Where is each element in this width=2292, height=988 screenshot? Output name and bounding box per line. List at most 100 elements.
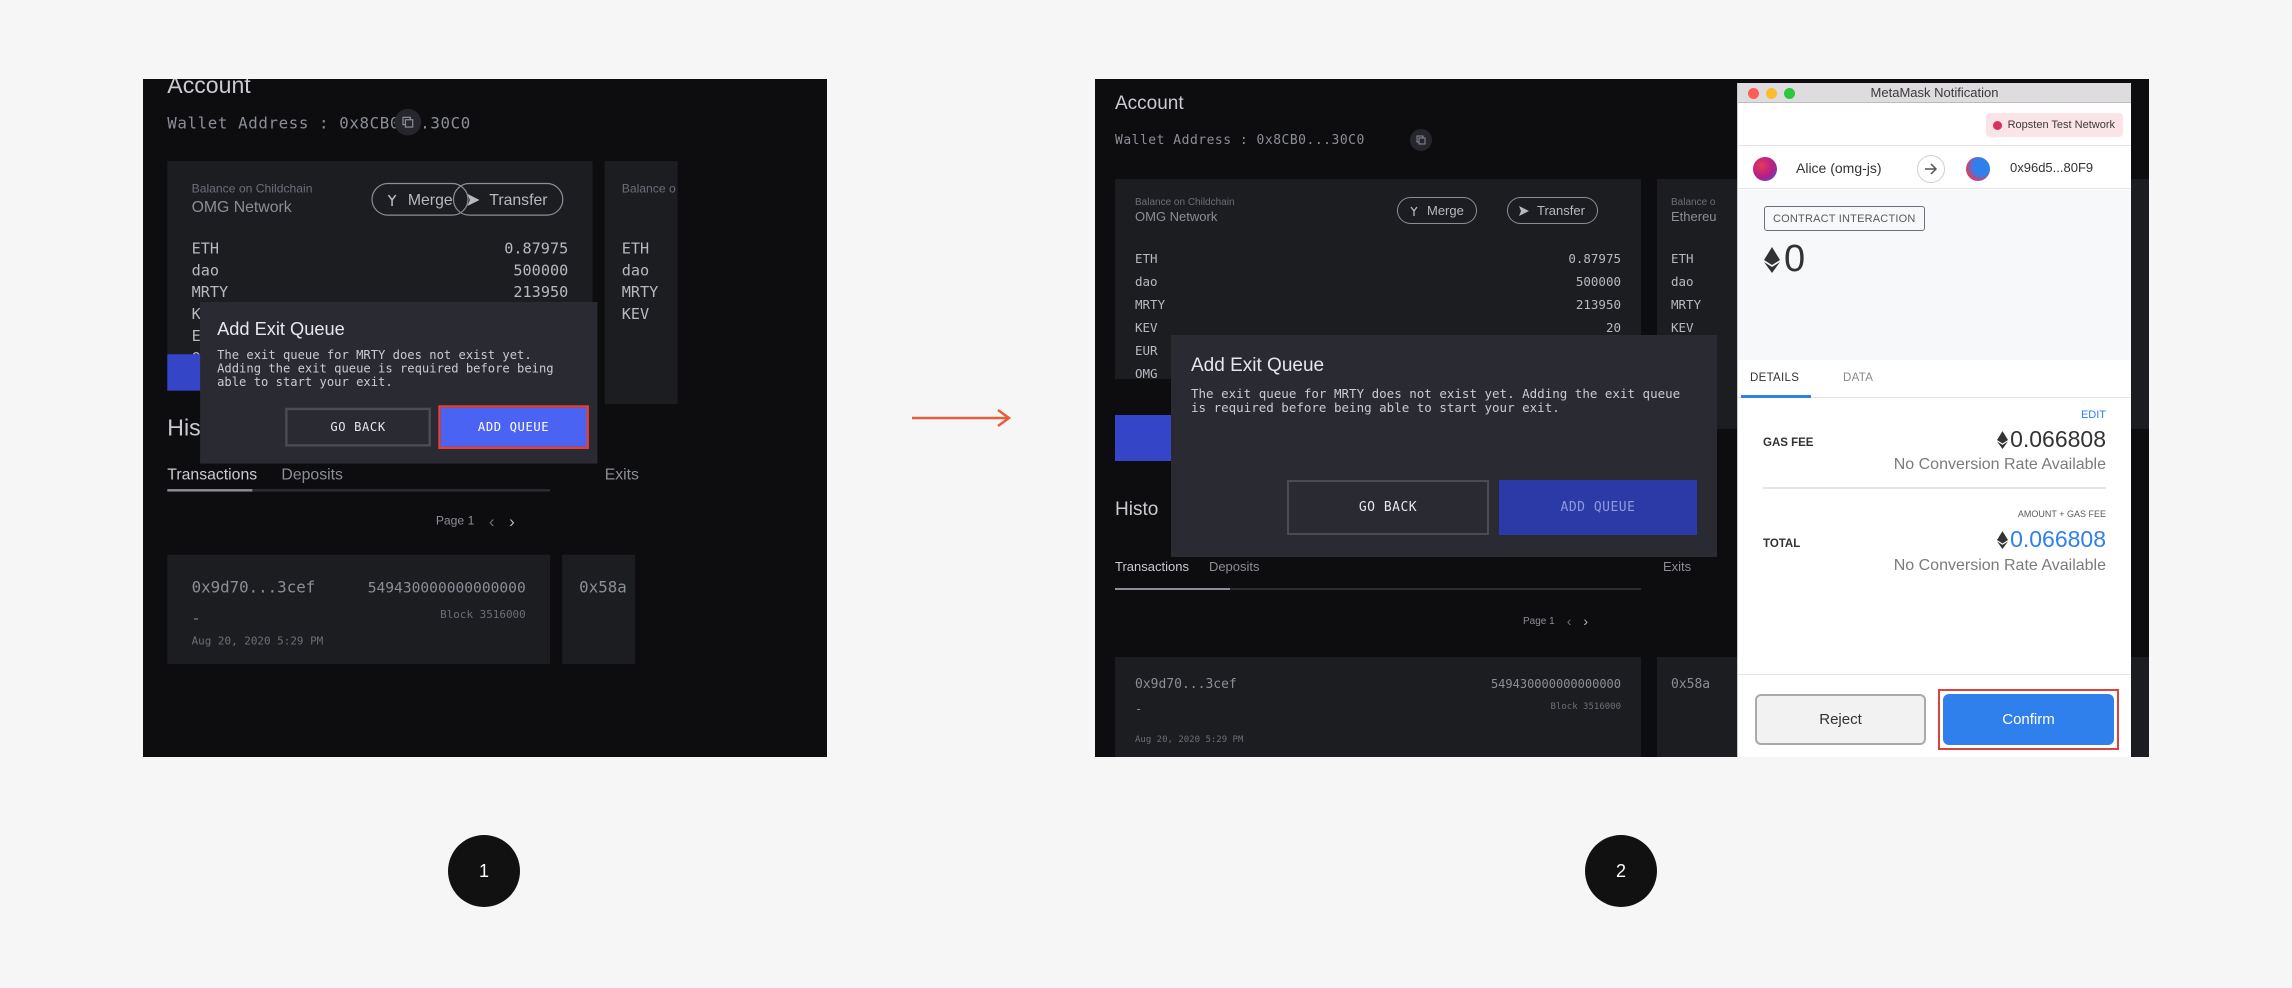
transaction-summary: CONTRACT INTERACTION 0: [1738, 190, 2131, 360]
to-account: 0x96d5...80F9: [2010, 160, 2094, 175]
tab-details[interactable]: DETAILS: [1750, 372, 1799, 384]
exits-tabs: Exits: [1663, 559, 1691, 582]
add-exit-queue-modal: Add Exit Queue The exit queue for MRTY d…: [1171, 335, 1717, 557]
tx-hash: 0x58a: [1671, 677, 1711, 692]
gas-fee-amount: 0.066808: [2010, 426, 2106, 452]
tx-status: -: [191, 609, 201, 627]
token-row: dao 500000: [1135, 274, 1621, 289]
minimize-icon[interactable]: [1766, 88, 1777, 99]
modal-body: The exit queue for MRTY does not exist y…: [1191, 386, 1681, 415]
modal-title: Add Exit Queue: [217, 319, 345, 340]
contract-interaction-badge: CONTRACT INTERACTION: [1764, 206, 1925, 231]
step-one-screenshot: Account Wallet Address : 0x8CB0...30C0 B…: [143, 79, 827, 757]
avatar: [1966, 157, 1990, 181]
token-row: ETH 0.87975: [191, 238, 569, 258]
arrow-right-icon: [912, 408, 1012, 428]
pagination: Page 1 ‹ ›: [436, 511, 515, 530]
tab-indicator: [1115, 588, 1230, 590]
account-title: Account: [167, 79, 251, 100]
step-badge-1: 1: [448, 835, 520, 907]
tab-data[interactable]: DATA: [1843, 372, 1873, 384]
total-amount: 0.066808: [2010, 526, 2106, 552]
transfer-label: Transfer: [1537, 203, 1585, 218]
metamask-notification-window: MetaMask Notification Ropsten Test Netwo…: [1737, 83, 2131, 757]
tx-hash: 0x58a: [579, 579, 627, 598]
merge-button[interactable]: Merge: [1397, 197, 1477, 224]
add-queue-button[interactable]: ADD QUEUE: [1499, 480, 1697, 535]
tab-deposits[interactable]: Deposits: [1209, 559, 1260, 582]
close-icon[interactable]: [1748, 88, 1759, 99]
transaction-card[interactable]: 0x9d70...3cef 549430000000000000 - Block…: [1115, 657, 1641, 757]
add-queue-button[interactable]: ADD QUEUE: [440, 407, 587, 447]
chevron-right-icon[interactable]: ›: [509, 511, 515, 530]
tab-exits[interactable]: Exits: [1663, 559, 1691, 582]
network-badge[interactable]: Ropsten Test Network: [1985, 113, 2123, 137]
gas-conversion-note: No Conversion Rate Available: [1893, 456, 2106, 473]
avatar: [1753, 157, 1777, 181]
account-title: Account: [1115, 93, 1184, 114]
transfer-button[interactable]: Transfer: [452, 182, 564, 216]
arrow-right-icon: [1917, 155, 1945, 183]
tx-amount: 549430000000000000: [367, 579, 526, 597]
tx-status: -: [1135, 702, 1143, 716]
card-network: OMG Network: [191, 197, 292, 216]
amount-value: 0: [1784, 238, 1806, 280]
token-row: KEV: [621, 304, 650, 323]
tx-hash: 0x9d70...3cef: [1135, 677, 1237, 692]
wallet-address: Wallet Address : 0x8CB0...30C0: [1115, 133, 1365, 148]
transaction-card[interactable]: 0x58a: [562, 554, 636, 665]
edit-link[interactable]: EDIT: [2081, 409, 2106, 421]
window-titlebar: MetaMask Notification: [1738, 83, 2131, 103]
wallet-address: Wallet Address : 0x8CB0...30C0: [167, 114, 471, 134]
tx-date: Aug 20, 2020 5:29 PM: [1135, 735, 1244, 745]
token-row: MRTY 213950: [1135, 297, 1621, 312]
merge-label: Merge: [1427, 203, 1464, 218]
modal-title: Add Exit Queue: [1191, 355, 1325, 376]
wallet-app: Account Wallet Address : 0x8CB0...30C0 B…: [143, 79, 827, 757]
card-subtitle: Balance on Childchain: [191, 182, 313, 197]
transaction-amount: 0: [1764, 238, 1805, 281]
merge-icon: [387, 193, 397, 206]
total-value: 0.066808: [1997, 526, 2106, 553]
chevron-left-icon[interactable]: ‹: [1567, 613, 1572, 629]
merge-icon: [1410, 206, 1418, 216]
tx-date: Aug 20, 2020 5:29 PM: [191, 636, 324, 649]
account-transfer-row: Alice (omg-js) 0x96d5...80F9: [1738, 145, 2131, 189]
pagination: Page 1 ‹ ›: [1523, 613, 1588, 629]
divider: [1763, 487, 2106, 489]
tab-exits[interactable]: Exits: [605, 465, 639, 493]
card-network: OMG Network: [1135, 209, 1218, 224]
card-subtitle: Balance o: [1671, 197, 1716, 208]
history-title: Histo: [1115, 499, 1159, 520]
chevron-right-icon[interactable]: ›: [1583, 613, 1588, 629]
token-row: dao 500000: [191, 260, 569, 279]
tx-block: Block 3516000: [1550, 702, 1621, 712]
go-back-button[interactable]: GO BACK: [1287, 480, 1489, 535]
merge-label: Merge: [407, 190, 453, 209]
ethereum-icon: [1997, 430, 2009, 449]
tx-block: Block 3516000: [440, 609, 526, 622]
token-row: ETH 0.87975: [1135, 251, 1621, 266]
send-icon: [1519, 205, 1529, 216]
token-row: KEV20: [1135, 320, 1621, 335]
copy-icon[interactable]: [394, 108, 422, 136]
network-name: Ropsten Test Network: [2007, 119, 2115, 131]
copy-icon[interactable]: [1410, 129, 1432, 151]
tab-indicator: [167, 489, 253, 492]
exits-tabs: Exits: [605, 465, 639, 493]
go-back-button[interactable]: GO BACK: [285, 407, 431, 447]
transfer-button[interactable]: Transfer: [1507, 197, 1598, 224]
metamask-tabs: DETAILS DATA: [1738, 360, 2131, 398]
tab-transactions[interactable]: Transactions: [1115, 559, 1189, 582]
metamask-footer: Reject Confirm: [1738, 674, 2131, 757]
reject-button[interactable]: Reject: [1755, 694, 1926, 745]
transaction-card[interactable]: 0x9d70...3cef 549430000000000000 - Block…: [167, 554, 551, 665]
ethereum-icon: [1764, 246, 1780, 273]
network-status-icon: [1992, 120, 2002, 130]
history-tabs: Transactions Deposits: [1115, 559, 1260, 582]
maximize-icon[interactable]: [1784, 88, 1795, 99]
chevron-left-icon[interactable]: ‹: [489, 511, 495, 530]
gas-fee-label: GAS FEE: [1763, 437, 1814, 449]
tx-hash: 0x9d70...3cef: [191, 579, 316, 598]
token-row: MRTY 213950: [191, 282, 569, 301]
